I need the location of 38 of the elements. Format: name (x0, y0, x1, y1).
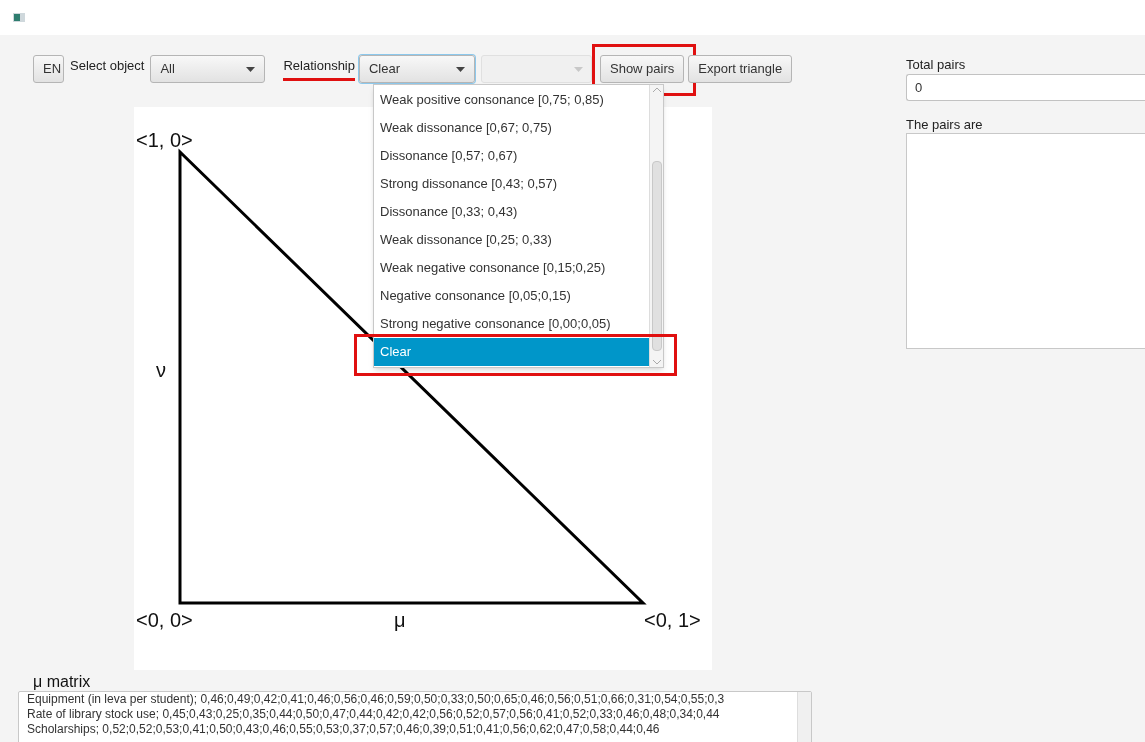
total-pairs-label: Total pairs (906, 57, 966, 73)
dropdown-option[interactable]: Negative consonance [0,05;0,15) (374, 282, 649, 310)
dropdown-option[interactable]: Weak dissonance [0,25; 0,33) (374, 226, 649, 254)
caret-icon (246, 66, 256, 72)
scroll-up-icon[interactable] (652, 87, 661, 92)
matrix-row-text: Rate of library stock use; 0,45;0,43;0,25;0,35;0,44;0,50;0,47;0,44;0,42;0,42;0,56;0,52;0,57;0,56;0,41;0,52;0,33;0,46;0,48;0,34;0,44 (27, 707, 721, 722)
scroll-thumb[interactable] (651, 161, 662, 351)
export-triangle-button[interactable]: Export triangle (688, 55, 793, 83)
dropdown-option[interactable]: Weak negative consonance [0,15;0,25) (374, 254, 649, 282)
dropdown-option[interactable]: Strong negative consonance [0,00;0,05) (374, 310, 649, 338)
dropdown-option[interactable]: Strong dissonance [0,43; 0,57) (374, 170, 649, 198)
pairs-list-label: The pairs are (906, 117, 983, 133)
dropdown-option[interactable]: Dissonance [0,57; 0,67) (374, 142, 649, 170)
relationship-label: Relationship (283, 56, 355, 81)
object-combo[interactable]: All (150, 55, 266, 83)
app-icon (13, 13, 25, 22)
vertex-label: <1, 0> (136, 129, 193, 151)
caret-icon (456, 66, 465, 72)
dropdown-option[interactable]: Dissonance [0,33; 0,43) (374, 198, 649, 226)
axis-label: ν (156, 359, 166, 381)
language-button[interactable]: EN (33, 55, 64, 83)
caret-icon (574, 66, 583, 72)
matrix-label: μ matrix (33, 673, 91, 691)
matrix-row-text: Scholarships; 0,52;0,52;0,53;0,41;0,50;0,43;0,46;0,55;0,53;0,37;0,57;0,46;0,39;0,51;0,41;0,56;0,62;0,47;0,58;0,44;0,46 (27, 722, 661, 737)
scrollbar[interactable] (797, 692, 811, 742)
show-pairs-button[interactable]: Show pairs (600, 55, 685, 83)
dropdown-option[interactable]: Weak dissonance [0,67; 0,75) (374, 114, 649, 142)
scroll-down-icon[interactable] (652, 360, 661, 365)
total-pairs-field[interactable]: 0 (906, 74, 1145, 101)
relationship-combo[interactable]: Clear (359, 55, 475, 83)
select-object-label: Select object (70, 57, 145, 75)
matrix-row-text: Equipment (in leva per student); 0,46;0,49;0,42;0,41;0,46;0,56;0,46;0,59;0,50;0,33;0,50;0,65;0,46;0,56;0,51;0,66;0,31;0,54;0,55;0,3 (27, 692, 726, 707)
dropdown-option[interactable]: Weak positive consonance [0,75; 0,85) (374, 86, 649, 114)
vertex-label: <0, 0> (136, 609, 193, 631)
axis-label: μ (394, 609, 406, 631)
pairs-text-area[interactable] (906, 133, 1145, 349)
scrollbar[interactable] (649, 85, 663, 367)
vertex-label: <0, 1> (644, 609, 701, 631)
